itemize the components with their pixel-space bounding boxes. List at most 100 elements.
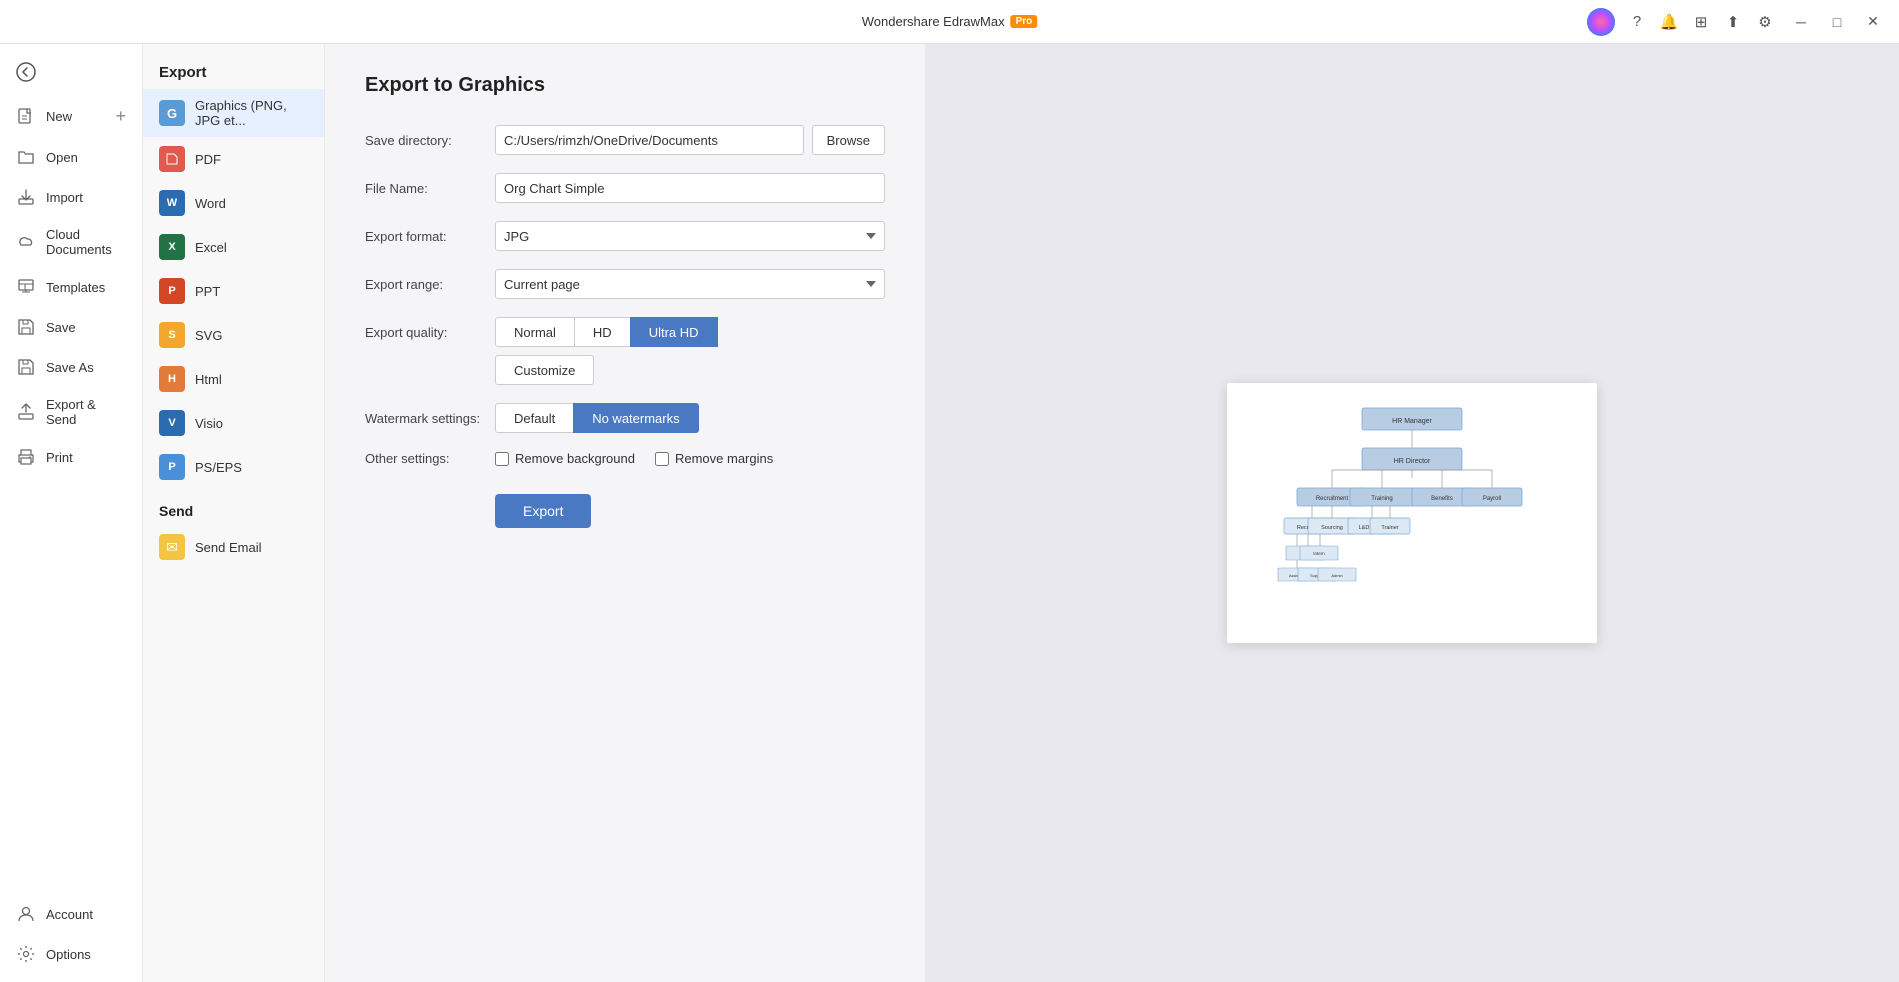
quality-group: Normal HD Ultra HD xyxy=(495,317,717,347)
export-menu-excel[interactable]: X Excel xyxy=(143,225,324,269)
sidebar-new-label: New xyxy=(46,109,105,124)
sidebar-item-account[interactable]: Account xyxy=(0,894,142,934)
export-format-row: Export format: JPG PNG BMP TIFF SVG xyxy=(365,221,885,251)
back-button[interactable] xyxy=(0,52,142,96)
export-format-select[interactable]: JPG PNG BMP TIFF SVG xyxy=(495,221,885,251)
save-directory-wrap: Browse xyxy=(495,125,885,155)
export-menu-ppt[interactable]: P PPT xyxy=(143,269,324,313)
svg-text:Admin: Admin xyxy=(1331,573,1342,578)
import-icon xyxy=(16,187,36,207)
graphics-icon: G xyxy=(159,100,185,126)
svg-text:HR Manager: HR Manager xyxy=(1392,418,1432,425)
sidebar-item-templates[interactable]: Templates xyxy=(0,267,142,307)
file-name-input[interactable] xyxy=(495,173,885,203)
org-chart-preview: HR Manager HR Director xyxy=(1242,398,1582,628)
preview-panel: HR Manager HR Director xyxy=(925,44,1899,982)
send-email-label: Send Email xyxy=(195,540,261,555)
print-icon xyxy=(16,447,36,467)
maximize-button[interactable]: □ xyxy=(1823,8,1851,36)
export-menu-visio[interactable]: V Visio xyxy=(143,401,324,445)
svg-text:Sourcing: Sourcing xyxy=(1321,525,1343,531)
sidebar-item-cloud[interactable]: Cloud Documents xyxy=(0,217,142,267)
visio-label: Visio xyxy=(195,416,223,431)
settings-icon[interactable]: ⚙ xyxy=(1751,8,1779,36)
quality-normal-button[interactable]: Normal xyxy=(495,317,575,347)
share-icon[interactable]: ⬆ xyxy=(1719,8,1747,36)
pseps-icon: P xyxy=(159,454,185,480)
export-menu-pdf[interactable]: PDF xyxy=(143,137,324,181)
pdf-icon xyxy=(159,146,185,172)
export-button[interactable]: Export xyxy=(495,494,591,528)
templates-icon xyxy=(16,277,36,297)
export-menu-graphics[interactable]: G Graphics (PNG, JPG et... xyxy=(143,89,324,137)
export-menu-svg[interactable]: S SVG xyxy=(143,313,324,357)
minimize-button[interactable]: ─ xyxy=(1787,8,1815,36)
sidebar-templates-label: Templates xyxy=(46,280,126,295)
email-icon: ✉ xyxy=(159,534,185,560)
avatar[interactable] xyxy=(1587,8,1615,36)
remove-background-checkbox[interactable]: Remove background xyxy=(495,451,635,466)
pdf-label: PDF xyxy=(195,152,221,167)
excel-label: Excel xyxy=(195,240,227,255)
pro-badge: Pro xyxy=(1011,15,1038,28)
sidebar-item-print[interactable]: Print xyxy=(0,437,142,477)
sidebar-save-label: Save xyxy=(46,320,126,335)
preview-frame: HR Manager HR Director xyxy=(1227,383,1597,643)
export-icon xyxy=(16,402,36,422)
watermark-none-button[interactable]: No watermarks xyxy=(573,403,698,433)
export-quality-label: Export quality: xyxy=(365,325,495,340)
sidebar-item-import[interactable]: Import xyxy=(0,177,142,217)
remove-margins-input[interactable] xyxy=(655,452,669,466)
save-directory-input[interactable] xyxy=(495,125,804,155)
customize-button[interactable]: Customize xyxy=(495,355,594,385)
svg-icon: S xyxy=(159,322,185,348)
help-icon[interactable]: ? xyxy=(1623,8,1651,36)
file-name-row: File Name: xyxy=(365,173,885,203)
remove-background-label: Remove background xyxy=(515,451,635,466)
main-content: Export to Graphics Save directory: Brows… xyxy=(325,44,1899,982)
sidebar-item-new[interactable]: New + xyxy=(0,96,142,137)
svg-text:Trainer: Trainer xyxy=(1381,525,1398,531)
sidebar-item-options[interactable]: Options xyxy=(0,934,142,974)
sidebar-item-saveas[interactable]: Save As xyxy=(0,347,142,387)
sidebar-account-label: Account xyxy=(46,907,126,922)
quality-ultrahd-button[interactable]: Ultra HD xyxy=(630,317,718,347)
svg-text:HR Director: HR Director xyxy=(1394,458,1431,465)
checkbox-group: Remove background Remove margins xyxy=(495,451,773,466)
titlebar-right: ? 🔔 ⊞ ⬆ ⚙ ─ □ ✕ xyxy=(1587,8,1887,36)
notification-icon[interactable]: 🔔 xyxy=(1655,8,1683,36)
export-range-select[interactable]: Current page All pages Selected objects xyxy=(495,269,885,299)
watermark-default-button[interactable]: Default xyxy=(495,403,574,433)
main-layout: New + Open Import Cloud Documents xyxy=(0,44,1899,982)
svg-text:Benefits: Benefits xyxy=(1431,496,1453,502)
export-form-panel: Export to Graphics Save directory: Brows… xyxy=(325,44,925,982)
send-email-item[interactable]: ✉ Send Email xyxy=(143,525,324,569)
save-directory-row: Save directory: Browse xyxy=(365,125,885,155)
sidebar-item-open[interactable]: Open xyxy=(0,137,142,177)
export-range-row: Export range: Current page All pages Sel… xyxy=(365,269,885,299)
html-icon: H xyxy=(159,366,185,392)
graphics-label: Graphics (PNG, JPG et... xyxy=(195,98,308,128)
export-menu-html[interactable]: H Html xyxy=(143,357,324,401)
svg-text:Recruitment: Recruitment xyxy=(1316,496,1349,502)
remove-margins-checkbox[interactable]: Remove margins xyxy=(655,451,773,466)
sidebar-item-save[interactable]: Save xyxy=(0,307,142,347)
export-menu-word[interactable]: W Word xyxy=(143,181,324,225)
browse-button[interactable]: Browse xyxy=(812,125,885,155)
export-menu-pseps[interactable]: P PS/EPS xyxy=(143,445,324,489)
watermark-wrap: Default No watermarks xyxy=(495,403,885,433)
sidebar-import-label: Import xyxy=(46,190,126,205)
app-title: Wondershare EdrawMax xyxy=(862,14,1005,29)
open-icon xyxy=(16,147,36,167)
svg-text:Training: Training xyxy=(1371,496,1392,502)
apps-icon[interactable]: ⊞ xyxy=(1687,8,1715,36)
sidebar-item-export[interactable]: Export & Send xyxy=(0,387,142,437)
watermark-group: Default No watermarks xyxy=(495,403,698,433)
word-icon: W xyxy=(159,190,185,216)
remove-background-input[interactable] xyxy=(495,452,509,466)
close-button[interactable]: ✕ xyxy=(1859,8,1887,36)
sidebar-export-label: Export & Send xyxy=(46,397,126,427)
svg-label: SVG xyxy=(195,328,222,343)
quality-hd-button[interactable]: HD xyxy=(574,317,631,347)
titlebar-icons: ? 🔔 ⊞ ⬆ ⚙ xyxy=(1623,8,1779,36)
